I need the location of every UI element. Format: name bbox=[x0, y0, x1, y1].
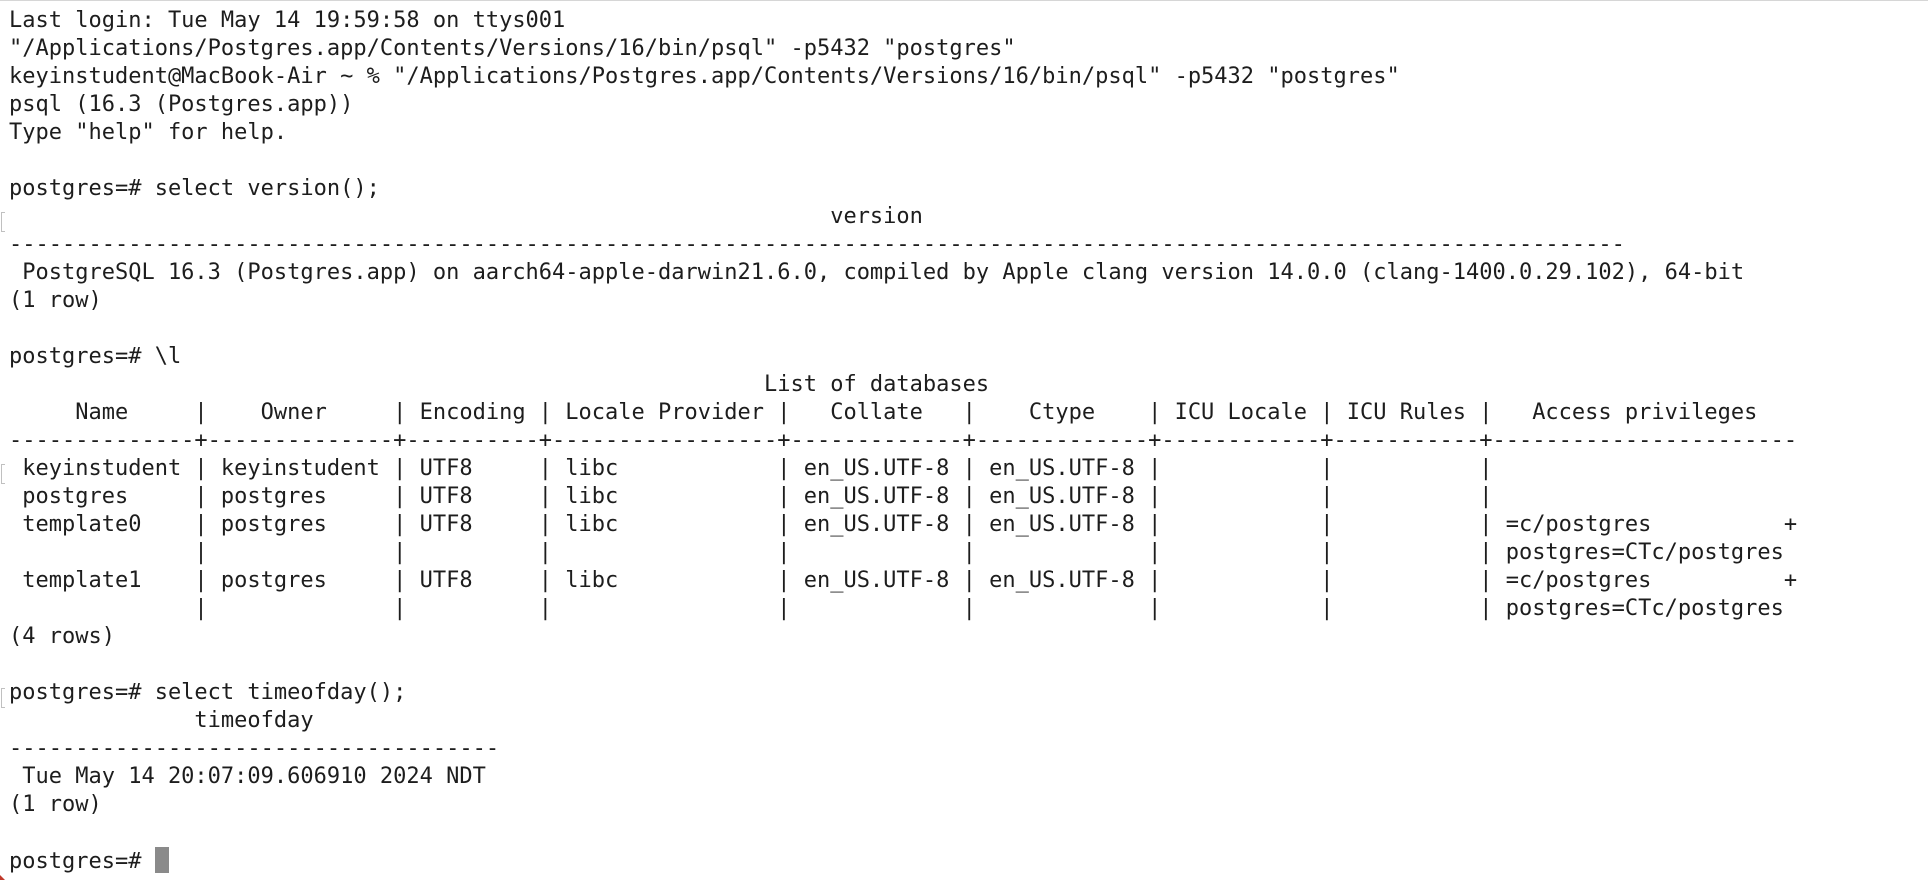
terminal-line-psql-version: psql (16.3 (Postgres.app)) bbox=[9, 92, 354, 117]
prompt-text: postgres=# bbox=[9, 849, 155, 874]
terminal-line-help-hint: Type "help" for help. bbox=[9, 120, 288, 145]
command-mark-icon bbox=[1, 212, 5, 232]
text-cursor bbox=[154, 847, 169, 873]
result-header-timeofday: timeofday bbox=[9, 708, 314, 733]
terminal-window[interactable]: Last login: Tue May 14 19:59:58 on ttys0… bbox=[0, 0, 1928, 880]
result-separator: --------------+--------------+----------… bbox=[9, 428, 1798, 453]
result-row-timeofday: Tue May 14 20:07:09.606910 2024 NDT bbox=[9, 764, 486, 789]
result-title-databases: List of databases bbox=[9, 372, 990, 397]
result-row-count: (4 rows) bbox=[9, 624, 115, 649]
command-mark-icon bbox=[1, 688, 5, 708]
table-row-template0-continued: | | | | | | | | postgres=CTc/postgres bbox=[9, 540, 1784, 565]
table-row-template1-continued: | | | | | | | | postgres=CTc/postgres bbox=[9, 596, 1784, 621]
table-row-keyinstudent: keyinstudent | keyinstudent | UTF8 | lib… bbox=[9, 456, 1493, 481]
terminal-line-login: Last login: Tue May 14 19:59:58 on ttys0… bbox=[9, 8, 566, 33]
result-header-version: version bbox=[9, 204, 923, 229]
terminal-line-shell-prompt: keyinstudent@MacBook-Air ~ % "/Applicati… bbox=[9, 64, 1400, 89]
terminal-line-query-list: postgres=# \l bbox=[9, 344, 182, 369]
result-row-count: (1 row) bbox=[9, 288, 102, 313]
table-row-postgres: postgres | postgres | UTF8 | libc | en_U… bbox=[9, 484, 1493, 509]
command-mark-icon bbox=[1, 464, 5, 484]
result-separator: ----------------------------------------… bbox=[9, 232, 1625, 257]
table-row-template1: template1 | postgres | UTF8 | libc | en_… bbox=[9, 568, 1798, 593]
terminal-line-command-echo: "/Applications/Postgres.app/Contents/Ver… bbox=[9, 36, 1016, 61]
result-header-databases: Name | Owner | Encoding | Locale Provide… bbox=[9, 400, 1758, 425]
result-separator: ------------------------------------- bbox=[9, 736, 500, 761]
terminal-input-line[interactable]: postgres=# bbox=[9, 847, 1919, 875]
result-row-count: (1 row) bbox=[9, 792, 102, 817]
terminal-line-query-timeofday: postgres=# select timeofday(); bbox=[9, 680, 407, 705]
terminal-line-query-version: postgres=# select version(); bbox=[9, 176, 380, 201]
result-row-version: PostgreSQL 16.3 (Postgres.app) on aarch6… bbox=[9, 260, 1745, 285]
table-row-template0: template0 | postgres | UTF8 | libc | en_… bbox=[9, 512, 1798, 537]
window-corner-icon bbox=[0, 875, 5, 880]
